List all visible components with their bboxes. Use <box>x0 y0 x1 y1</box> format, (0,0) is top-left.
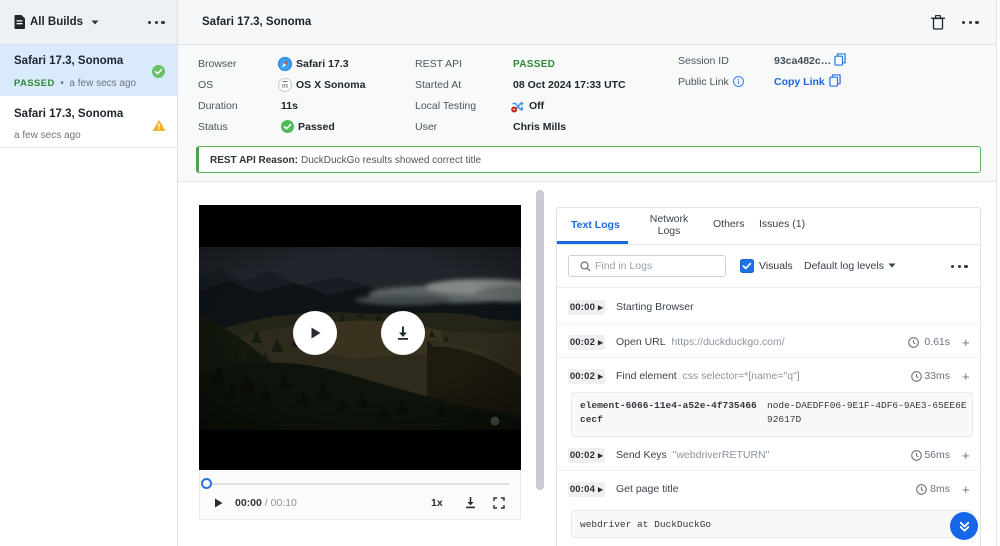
svg-text:os: os <box>282 83 290 90</box>
